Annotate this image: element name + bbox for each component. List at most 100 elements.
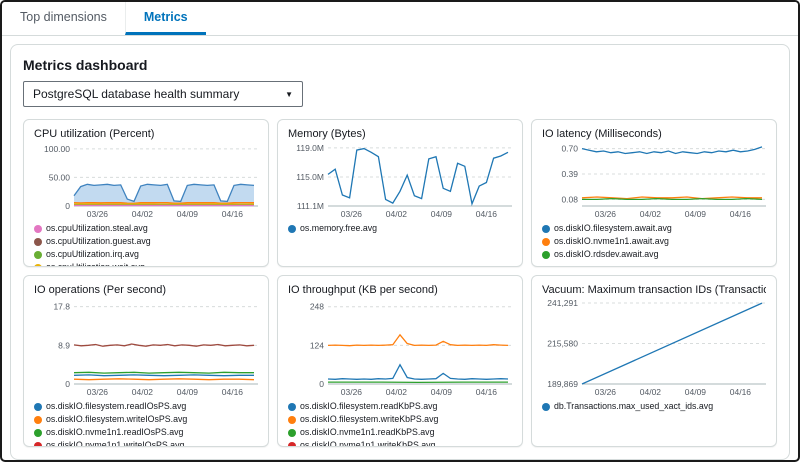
- legend-dot-icon: [288, 225, 296, 233]
- x-tick-label: 03/26: [341, 209, 363, 219]
- legend-item[interactable]: os.diskIO.nvme1n1.await.avg: [542, 236, 669, 247]
- y-tick-label: 0.08: [561, 194, 578, 204]
- series-line: [328, 335, 508, 346]
- series-line: [74, 375, 254, 376]
- tab-metrics[interactable]: Metrics: [125, 2, 206, 35]
- chart-card-io-operations: IO operations (Per second) 17.88.9003/26…: [23, 275, 269, 447]
- x-tick-label: 04/02: [132, 387, 154, 397]
- legend-label: os.diskIO.nvme1n1.writeIOsPS.avg: [46, 440, 184, 447]
- chart-title: CPU utilization (Percent): [34, 128, 258, 140]
- legend-item[interactable]: os.diskIO.filesystem.readIOsPS.avg: [34, 401, 186, 412]
- tab-bar: Top dimensions Metrics: [2, 2, 798, 36]
- legend-item[interactable]: db.Transactions.max_used_xact_ids.avg: [542, 401, 713, 412]
- x-tick-label: 03/26: [595, 209, 617, 219]
- legend-label: os.memory.free.avg: [300, 223, 377, 234]
- chart-title: Memory (Bytes): [288, 128, 512, 140]
- legend-item[interactable]: os.diskIO.filesystem.await.avg: [542, 223, 672, 234]
- metrics-dashboard-panel: Metrics dashboard PostgreSQL database he…: [10, 44, 790, 460]
- y-tick-label: 0: [319, 379, 324, 389]
- legend-label: os.diskIO.filesystem.readKbPS.avg: [300, 401, 437, 412]
- legend-dot-icon: [34, 225, 42, 233]
- legend-label: os.diskIO.filesystem.await.avg: [554, 223, 672, 234]
- chart-svg: 17.88.9003/2604/0204/0904/16: [34, 298, 258, 398]
- legend-item[interactable]: os.cpuUtilization.wait.avg: [34, 262, 145, 267]
- page-title: Metrics dashboard: [23, 57, 777, 73]
- y-tick-label: 241,291: [547, 298, 578, 308]
- y-tick-label: 119.0M: [296, 143, 324, 153]
- x-tick-label: 04/09: [431, 387, 453, 397]
- chart-title: IO operations (Per second): [34, 284, 258, 296]
- chart-legend: os.cpuUtilization.steal.avg os.cpuUtiliza…: [34, 223, 258, 267]
- x-tick-label: 04/16: [222, 387, 244, 397]
- x-tick-label: 04/09: [685, 387, 707, 397]
- y-tick-label: 0.70: [561, 144, 578, 154]
- series-line: [582, 199, 762, 200]
- legend-item[interactable]: os.diskIO.nvme1n1.readKbPS.avg: [288, 427, 434, 438]
- legend-item[interactable]: os.memory.free.avg: [288, 223, 377, 234]
- y-tick-label: 0: [65, 379, 70, 389]
- y-tick-label: 100.00: [44, 144, 70, 154]
- x-tick-label: 04/09: [685, 209, 707, 219]
- chart-card-io-throughput: IO throughput (KB per second) 248124003/…: [277, 275, 523, 447]
- x-tick-label: 04/02: [640, 209, 662, 219]
- tab-top-dimensions-label: Top dimensions: [20, 10, 107, 24]
- legend-item[interactable]: os.diskIO.filesystem.readKbPS.avg: [288, 401, 437, 412]
- tab-metrics-label: Metrics: [144, 10, 188, 24]
- x-tick-label: 04/09: [431, 209, 453, 219]
- y-tick-label: 111.1M: [297, 201, 324, 211]
- x-tick-label: 04/16: [730, 387, 752, 397]
- y-tick-label: 8.9: [58, 340, 70, 350]
- series-line: [74, 372, 254, 373]
- legend-item[interactable]: os.cpuUtilization.guest.avg: [34, 236, 151, 247]
- y-tick-label: 17.8: [53, 302, 70, 312]
- legend-item[interactable]: os.diskIO.nvme1n1.writeIOsPS.avg: [34, 440, 184, 447]
- chart-svg: 0.700.390.0803/2604/0204/0904/16: [542, 142, 766, 220]
- legend-dot-icon: [34, 442, 42, 448]
- io-operations-chart[interactable]: 17.88.9003/2604/0204/0904/16: [34, 298, 258, 398]
- chart-card-memory: Memory (Bytes) 119.0M115.0M111.1M03/2604…: [277, 119, 523, 267]
- legend-dot-icon: [34, 416, 42, 424]
- memory-chart[interactable]: 119.0M115.0M111.1M03/2604/0204/0904/16: [288, 142, 512, 220]
- y-tick-label: 215,580: [547, 339, 578, 349]
- legend-item[interactable]: os.cpuUtilization.steal.avg: [34, 223, 148, 234]
- chart-title: IO latency (Milliseconds): [542, 128, 766, 140]
- tab-top-dimensions[interactable]: Top dimensions: [2, 2, 125, 35]
- chart-svg: 248124003/2604/0204/0904/16: [288, 298, 512, 398]
- y-tick-label: 0: [65, 201, 70, 211]
- x-tick-label: 04/16: [730, 209, 752, 219]
- charts-grid: CPU utilization (Percent) 100.0050.00003…: [23, 119, 777, 447]
- y-tick-label: 189,869: [547, 379, 578, 389]
- metric-set-select[interactable]: PostgreSQL database health summary ▼: [23, 81, 303, 107]
- legend-item[interactable]: os.diskIO.nvme1n1.writeKbPS.avg: [288, 440, 435, 447]
- x-tick-label: 04/09: [177, 209, 199, 219]
- legend-item[interactable]: os.diskIO.filesystem.writeIOsPS.avg: [34, 414, 187, 425]
- legend-item[interactable]: os.diskIO.filesystem.writeKbPS.avg: [288, 414, 438, 425]
- legend-dot-icon: [288, 416, 296, 424]
- chart-legend: os.diskIO.filesystem.readIOsPS.avg os.dis…: [34, 401, 258, 447]
- chart-svg: 119.0M115.0M111.1M03/2604/0204/0904/16: [288, 142, 512, 220]
- legend-label: os.diskIO.nvme1n1.readIOsPS.avg: [46, 427, 183, 438]
- legend-label: os.diskIO.nvme1n1.writeKbPS.avg: [300, 440, 435, 447]
- x-tick-label: 04/16: [476, 387, 498, 397]
- vacuum-chart[interactable]: 241,291215,580189,86903/2604/0204/0904/1…: [542, 298, 766, 398]
- io-latency-chart[interactable]: 0.700.390.0803/2604/0204/0904/16: [542, 142, 766, 220]
- io-throughput-chart[interactable]: 248124003/2604/0204/0904/16: [288, 298, 512, 398]
- series-line: [328, 365, 508, 380]
- legend-item[interactable]: os.diskIO.nvme1n1.readIOsPS.avg: [34, 427, 183, 438]
- legend-label: os.diskIO.nvme1n1.readKbPS.avg: [300, 427, 434, 438]
- chart-legend: os.diskIO.filesystem.readKbPS.avg os.disk…: [288, 401, 512, 447]
- y-tick-label: 124: [310, 340, 324, 350]
- series-line: [328, 149, 508, 204]
- legend-dot-icon: [34, 264, 42, 268]
- series-line: [74, 379, 254, 380]
- legend-item[interactable]: os.cpuUtilization.irq.avg: [34, 249, 139, 260]
- legend-label: os.cpuUtilization.irq.avg: [46, 249, 139, 260]
- y-tick-label: 248: [310, 302, 324, 312]
- chart-legend: db.Transactions.max_used_xact_ids.avg: [542, 401, 766, 412]
- legend-dot-icon: [288, 442, 296, 448]
- legend-dot-icon: [288, 429, 296, 437]
- legend-item[interactable]: os.diskIO.rdsdev.await.avg: [542, 249, 658, 260]
- legend-dot-icon: [542, 251, 550, 259]
- cpu-utilization-chart[interactable]: 100.0050.00003/2604/0204/0904/16: [34, 142, 258, 220]
- legend-label: os.diskIO.nvme1n1.await.avg: [554, 236, 669, 247]
